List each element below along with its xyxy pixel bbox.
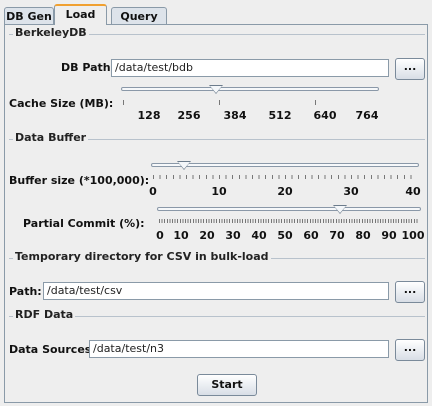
cache-tick-label: 128	[137, 109, 161, 122]
commit-slider-thumb[interactable]	[333, 205, 347, 214]
db-path-browse-button[interactable]: ...	[395, 58, 425, 80]
cache-tick-label: 384	[223, 109, 247, 122]
tab-load[interactable]: Load	[54, 4, 107, 25]
rdf-data-group: RDF Data Data Sources: /data/test/n3 ...	[9, 308, 425, 366]
csv-path-field[interactable]: /data/test/csv	[43, 282, 389, 300]
commit-tick-label: 100	[401, 229, 425, 242]
load-panel: BerkeleyDB DB Path: /data/test/bdb ... C…	[4, 24, 428, 403]
commit-tick-label: 90	[381, 229, 397, 242]
cache-tick-label: 764	[355, 109, 379, 122]
commit-tick-label: 20	[199, 229, 215, 242]
buffer-tick-label: 40	[405, 185, 421, 198]
cache-tick	[315, 100, 316, 105]
buffer-tick-label: 10	[211, 185, 227, 198]
berkeleydb-group: BerkeleyDB DB Path: /data/test/bdb ... C…	[9, 26, 425, 146]
cache-tick	[219, 100, 220, 105]
commit-tick-label: 0	[156, 229, 164, 242]
cache-tick-label: 256	[177, 109, 201, 122]
data-sources-field[interactable]: /data/test/n3	[89, 340, 389, 358]
buffer-tick-label: 0	[149, 185, 157, 198]
cache-tick-label: 640	[313, 109, 337, 122]
commit-tick-label: 50	[277, 229, 293, 242]
data-sources-label: Data Sources:	[9, 343, 96, 356]
csv-path-label: Path:	[9, 285, 42, 298]
csv-directory-group: Temporary directory for CSV in bulk-load…	[9, 250, 425, 308]
buffer-slider-thumb[interactable]	[177, 161, 191, 170]
commit-tick-label: 60	[303, 229, 319, 242]
cache-tick	[123, 100, 124, 105]
commit-tick-label: 30	[225, 229, 241, 242]
commit-tick-label: 10	[173, 229, 189, 242]
csv-path-browse-button[interactable]: ...	[395, 281, 425, 303]
commit-tick-label: 80	[355, 229, 371, 242]
cache-size-label: Cache Size (MB):	[9, 97, 114, 110]
cache-slider-thumb[interactable]	[209, 85, 223, 94]
data-buffer-group: Data Buffer Buffer size (*100,000): 0 10…	[9, 131, 425, 263]
group-title-csv: Temporary directory for CSV in bulk-load	[13, 250, 271, 263]
group-title-berkeleydb: BerkeleyDB	[13, 26, 89, 39]
data-sources-browse-button[interactable]: ...	[395, 339, 425, 361]
db-path-field[interactable]: /data/test/bdb	[111, 59, 389, 77]
buffer-tick-label: 20	[277, 185, 293, 198]
group-title-data-buffer: Data Buffer	[13, 131, 89, 144]
commit-tick-label: 40	[251, 229, 267, 242]
buffer-tick-label: 30	[343, 185, 359, 198]
tab-query[interactable]: Query	[111, 7, 167, 24]
partial-commit-label: Partial Commit (%):	[23, 217, 145, 230]
db-path-label: DB Path:	[61, 61, 116, 74]
commit-slider-track	[157, 207, 421, 211]
commit-tick-label: 70	[329, 229, 345, 242]
start-button[interactable]: Start	[197, 374, 257, 396]
buffer-slider-track	[151, 163, 419, 167]
group-title-rdf: RDF Data	[13, 308, 76, 321]
buffer-size-label: Buffer size (*100,000):	[9, 174, 150, 187]
cache-tick-label: 512	[268, 109, 292, 122]
tab-db-gen[interactable]: DB Gen	[4, 7, 54, 24]
buffer-minor-ticks	[153, 175, 417, 179]
commit-minor-ticks	[159, 219, 419, 223]
cache-slider-track	[121, 87, 379, 91]
